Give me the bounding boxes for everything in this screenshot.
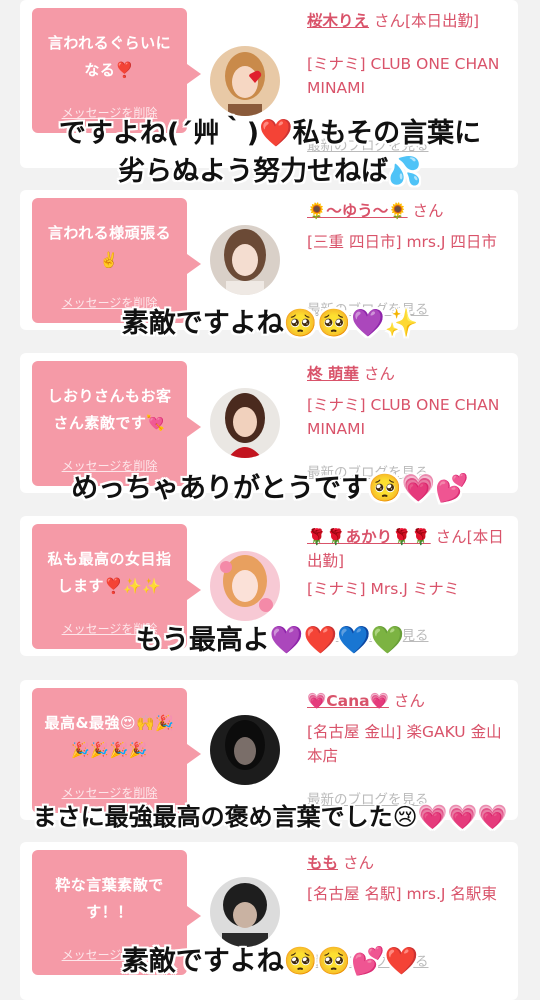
sender-name[interactable]: 柊 萌華: [307, 365, 359, 383]
sender-info: もも さん [名古屋 名駅] mrs.J 名駅東: [307, 851, 507, 906]
sender-name[interactable]: もも: [307, 854, 338, 872]
caption-line: ですよね(´艸｀)❤️私もその言葉に: [58, 118, 482, 149]
message-text: 粋な言葉素敵です！！: [55, 876, 164, 921]
caption-overlay: まさに最強最高の褒め言葉でした😢💗💗💗: [0, 800, 540, 834]
message-card: 最高&最強😍🙌🎉🎉🎉🎉🎉 メッセージを削除 💗Cana💗 さん [名古屋 金山]…: [20, 680, 518, 820]
honorific: さん: [435, 528, 467, 546]
sender-info: 🌻〜ゆう〜🌻 さん [三重 四日市] mrs.J 四日市: [307, 199, 507, 254]
shop-name: [ミナミ] CLUB ONE CHAN MINAMI: [307, 55, 500, 97]
delete-message-link[interactable]: メッセージを削除: [32, 784, 187, 801]
caption-overlay: 素敵ですよね🥺🥺💕❤️: [0, 945, 540, 979]
caption-overlay: 素敵ですよね🥺🥺💜✨: [0, 307, 540, 341]
shop-name: [ミナミ] Mrs.J ミナミ: [307, 580, 460, 598]
status-badge: [本日出勤]: [404, 12, 480, 30]
caption-overlay: めっちゃありがとうです🥺💗💕: [0, 472, 540, 506]
message-text: 私も最高の女目指します❣️✨✨: [47, 550, 172, 595]
avatar[interactable]: [210, 715, 280, 785]
caption-line: 素敵ですよね🥺🥺💕❤️: [121, 946, 419, 977]
message-text: 言われる様頑張る✌️: [47, 224, 172, 269]
caption-overlay: もう最高よ💜❤️💙💚: [0, 624, 540, 658]
caption-line: まさに最強最高の褒め言葉でした😢💗💗💗: [32, 803, 508, 831]
sender-info: 柊 萌華 さん [ミナミ] CLUB ONE CHAN MINAMI: [307, 362, 507, 441]
avatar[interactable]: [210, 46, 280, 116]
sender-name[interactable]: 💗Cana💗: [307, 692, 389, 710]
honorific: さん: [373, 12, 405, 30]
caption-line: めっちゃありがとうです🥺💗💕: [71, 473, 469, 504]
honorific: さん: [363, 365, 395, 383]
message-text: しおりさんもお客さん素敵です💘: [47, 387, 172, 432]
sender-name[interactable]: 桜木りえ: [307, 12, 369, 30]
sender-info: 🌹🌹あかり🌹🌹 さん[本日出勤] [ミナミ] Mrs.J ミナミ: [307, 525, 507, 601]
honorific: さん: [393, 692, 425, 710]
caption-overlay: ですよね(´艸｀)❤️私もその言葉に 劣らぬよう努力せねば💦: [0, 117, 540, 189]
avatar[interactable]: [210, 388, 280, 458]
sender-info: 💗Cana💗 さん [名古屋 金山] 楽GAKU 金山本店: [307, 689, 507, 768]
message-text: 言われるぐらいになる❣️: [47, 34, 172, 79]
sender-name[interactable]: 🌻〜ゆう〜🌻: [307, 202, 408, 220]
shop-name: [名古屋 名駅] mrs.J 名駅東: [307, 885, 497, 903]
shop-name: [名古屋 金山] 楽GAKU 金山本店: [307, 723, 502, 765]
honorific: さん: [342, 854, 374, 872]
caption-line: 素敵ですよね🥺🥺💜✨: [121, 308, 419, 339]
shop-name: [ミナミ] CLUB ONE CHAN MINAMI: [307, 396, 500, 438]
message-text: 最高&最強😍🙌🎉🎉🎉🎉🎉: [44, 714, 175, 759]
sender-name[interactable]: 🌹🌹あかり🌹🌹: [307, 528, 431, 546]
shop-name: [三重 四日市] mrs.J 四日市: [307, 233, 497, 251]
sender-info: 桜木りえ さん[本日出勤] [ミナミ] CLUB ONE CHAN MINAMI: [307, 9, 507, 100]
avatar[interactable]: [210, 877, 280, 947]
caption-line: もう最高よ💜❤️💙💚: [135, 625, 405, 656]
avatar[interactable]: [210, 551, 280, 621]
honorific: さん: [412, 202, 444, 220]
message-bubble: 言われるぐらいになる❣️ メッセージを削除: [32, 8, 201, 133]
avatar[interactable]: [210, 225, 280, 295]
caption-line: 劣らぬよう努力せねば💦: [118, 156, 422, 187]
message-bubble: 言われる様頑張る✌️ メッセージを削除: [32, 198, 201, 323]
message-bubble: 最高&最強😍🙌🎉🎉🎉🎉🎉 メッセージを削除: [32, 688, 201, 813]
message-bubble: しおりさんもお客さん素敵です💘 メッセージを削除: [32, 361, 201, 486]
